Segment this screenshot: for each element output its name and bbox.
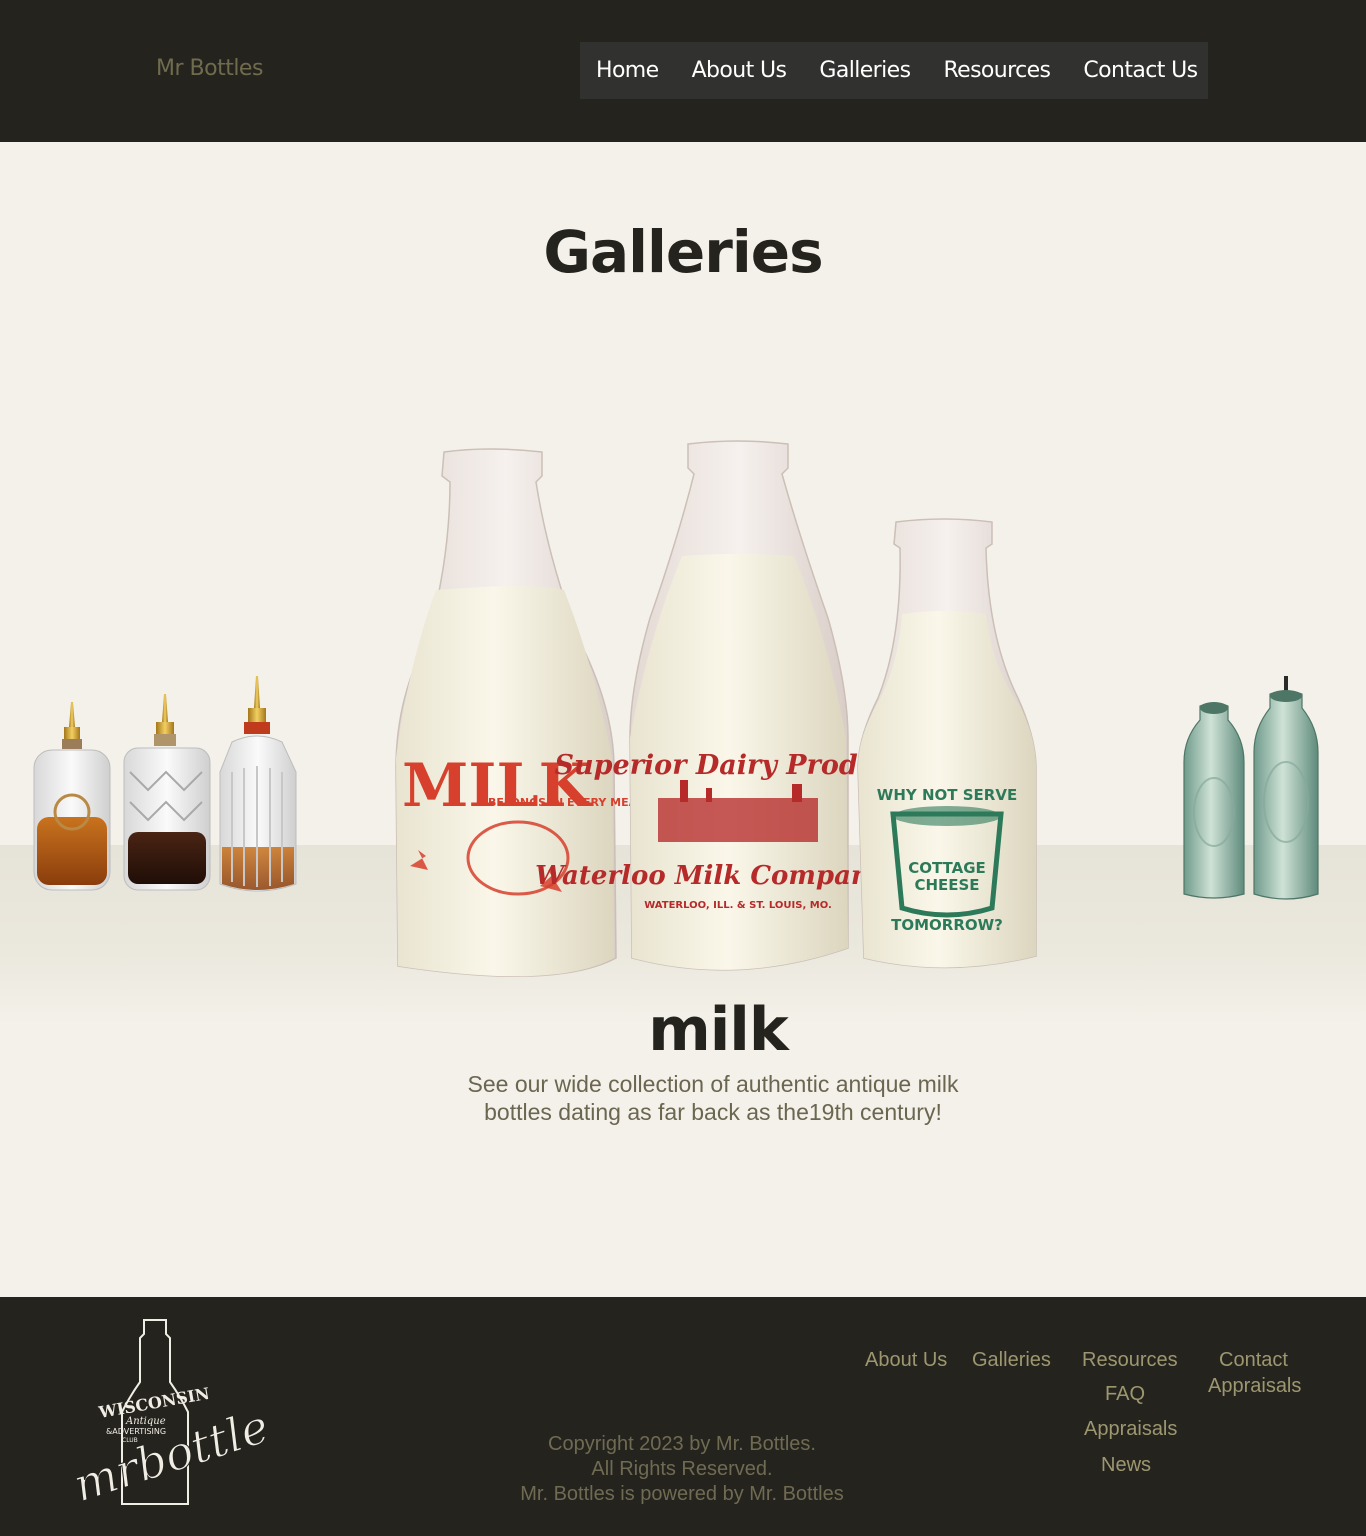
bottle3-label-cottage: COTTAGE	[908, 859, 986, 877]
hutchinson-bottles-image[interactable]	[1176, 672, 1326, 904]
nav-galleries[interactable]: Galleries	[819, 58, 911, 83]
site-header: Mr Bottles Home About Us Galleries Resou…	[0, 0, 1366, 142]
nav-contact-us[interactable]: Contact Us	[1083, 58, 1198, 83]
footer-logo[interactable]: WISCONSIN Antique &ADVERTISING CLUB mrbo…	[76, 1316, 266, 1516]
bottle2-label-location: WATERLOO, ILL. & ST. LOUIS, MO.	[644, 900, 832, 911]
bottle1-label-tagline: BELONGS IN EVERY MEAL	[488, 796, 644, 809]
footer-link-faq[interactable]: FAQ	[1105, 1383, 1145, 1406]
page-title: Galleries	[543, 218, 823, 286]
footer-link-appraisals[interactable]: Appraisals	[1084, 1418, 1177, 1441]
nav-home[interactable]: Home	[596, 58, 659, 83]
footer-link-news[interactable]: News	[1101, 1454, 1151, 1477]
milk-bottles-image[interactable]: MILK BELONGS IN EVERY MEAL Superior Dair…	[388, 438, 1048, 993]
powered-by-line: Mr. Bottles is powered by Mr. Bottles	[520, 1483, 844, 1505]
footer-link-galleries[interactable]: Galleries	[972, 1349, 1051, 1372]
bottle3-label-cheese: CHEESE	[914, 876, 979, 894]
copyright-line: Copyright 2023 by Mr. Bottles.	[548, 1433, 816, 1455]
site-brand[interactable]: Mr Bottles	[156, 56, 263, 81]
gallery-title[interactable]: milk	[0, 995, 1366, 1065]
footer-link-contact[interactable]: Contact	[1219, 1349, 1288, 1372]
footer-link-resources[interactable]: Resources	[1082, 1349, 1178, 1372]
rights-line: All Rights Reserved.	[591, 1458, 773, 1480]
bottle3-label-top: WHY NOT SERVE	[877, 786, 1017, 804]
footer-link-about-us[interactable]: About Us	[865, 1349, 947, 1372]
footer-copyright: Copyright 2023 by Mr. Bottles. All Right…	[482, 1432, 882, 1507]
nav-resources[interactable]: Resources	[943, 58, 1051, 83]
logo-antique: Antique	[125, 1416, 166, 1427]
footer-link-contact-appraisals[interactable]: Appraisals	[1208, 1375, 1301, 1398]
gallery-description: See our wide collection of authentic ant…	[467, 1071, 959, 1125]
bitters-bottles-image[interactable]	[20, 672, 305, 902]
main-nav: Home About Us Galleries Resources Contac…	[580, 42, 1208, 99]
nav-about-us[interactable]: About Us	[692, 58, 787, 83]
bottle3-label-bottom: TOMORROW?	[891, 916, 1003, 934]
